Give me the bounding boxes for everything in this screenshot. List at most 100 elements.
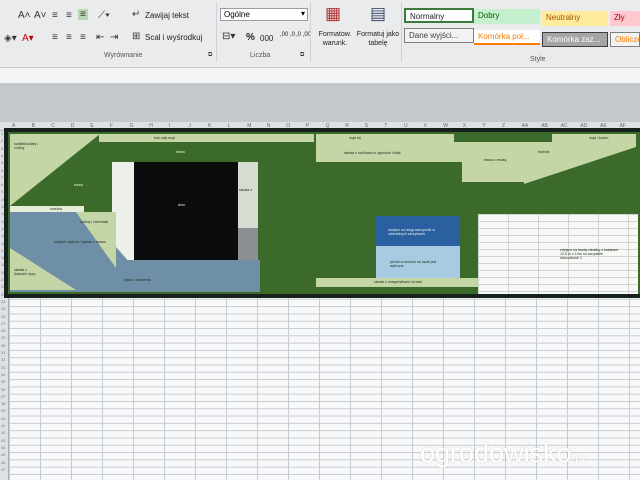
- row-header[interactable]: 1: [1, 131, 3, 136]
- format-table-icon: ▤: [370, 4, 387, 23]
- row-header[interactable]: 25: [1, 306, 5, 311]
- group-number: Liczba: [250, 52, 271, 59]
- row-header[interactable]: 37: [1, 394, 5, 399]
- terrace: [238, 228, 258, 262]
- style-good-label: Dobry: [478, 11, 500, 20]
- row-header[interactable]: 29: [1, 335, 5, 340]
- font-color-icon[interactable]: A▾: [22, 33, 34, 44]
- row-header[interactable]: 28: [1, 328, 5, 333]
- fill-color-icon[interactable]: ◈▾: [4, 33, 17, 44]
- row-header[interactable]: 34: [1, 372, 5, 377]
- row-header[interactable]: 8: [1, 182, 3, 187]
- row-header[interactable]: 38: [1, 401, 5, 406]
- style-normal[interactable]: Normalny: [404, 8, 474, 23]
- middle-bed-label: rabata z roślinami w ogrodzie i kilak: [344, 151, 401, 155]
- style-normal-label: Normalny: [410, 12, 445, 21]
- conditional-format-button[interactable]: Formatow. warunk.: [314, 30, 356, 48]
- bottom-bed-label: rabata z margerytkami i krzaki: [374, 280, 422, 284]
- right-strip-label: rabata z: [239, 188, 252, 192]
- align-top-icon[interactable]: ≡: [52, 10, 58, 21]
- empty-area: [0, 84, 640, 122]
- percent-button[interactable]: %: [246, 32, 255, 43]
- merge-center-button[interactable]: Scal i wyśrodkuj: [145, 33, 202, 42]
- row-header[interactable]: 30: [1, 343, 5, 348]
- row-header[interactable]: 26: [1, 314, 5, 319]
- row-header[interactable]: 33: [1, 365, 5, 370]
- veg-box-top-label: miejsce na długi warzywnik w oddzielnych…: [388, 228, 435, 237]
- right-strip-bed: [238, 162, 258, 228]
- font-grow-icon[interactable]: A˄: [18, 10, 31, 21]
- wrap-text-icon: ↵: [132, 9, 141, 20]
- indent-decrease-icon[interactable]: ⇤: [96, 32, 104, 43]
- row-header[interactable]: 27: [1, 321, 5, 326]
- watermark-suffix: .pl: [571, 450, 586, 465]
- thousands-button[interactable]: 000: [260, 34, 273, 43]
- row-header[interactable]: 46: [1, 460, 5, 465]
- flower-bed-label: trawa z resztą: [484, 158, 507, 162]
- garden-plan: buk cały mąd mąd bij mąd i kopec szafirk…: [4, 128, 640, 298]
- path-label: ścieżka: [50, 207, 62, 211]
- align-left-icon[interactable]: ≡: [52, 32, 58, 43]
- number-format-select[interactable]: Ogólne: [220, 8, 308, 21]
- style-output[interactable]: Dane wyjści...: [404, 28, 474, 43]
- style-bad[interactable]: Zły: [610, 11, 640, 26]
- font-shrink-icon[interactable]: A˅: [34, 10, 47, 21]
- ribbon: A˄ A˅ ◈▾ A▾ ≡ ≡ ≡ ⟋▾ ≡ ≡ ≡ ⇤ ⇥ ↵ Zawijaj…: [0, 0, 640, 68]
- number-launcher-icon[interactable]: ⧉: [300, 52, 304, 59]
- align-center-icon[interactable]: ≡: [66, 32, 72, 43]
- left-corner-label: szafirki/kwiaty i rośliny: [14, 142, 38, 151]
- currency-icon[interactable]: ⊟▾: [222, 31, 235, 42]
- driveway-label: zjazd z kamienia: [124, 278, 151, 282]
- row-header[interactable]: 35: [1, 379, 5, 384]
- veg-bed-left-label: rośliny i ziemniaki: [80, 220, 109, 224]
- row-header[interactable]: 9: [1, 189, 3, 194]
- row-header[interactable]: 5: [1, 160, 3, 165]
- row-header[interactable]: 4: [1, 153, 3, 158]
- row-header[interactable]: 42: [1, 430, 5, 435]
- row-header[interactable]: 45: [1, 452, 5, 457]
- orientation-icon[interactable]: ⟋▾: [98, 10, 110, 21]
- style-good[interactable]: Dobry: [474, 9, 540, 24]
- align-bottom-icon[interactable]: ≡: [78, 9, 88, 20]
- row-header[interactable]: 40: [1, 416, 5, 421]
- row-header[interactable]: 32: [1, 357, 5, 362]
- wrap-text-button[interactable]: Zawijaj tekst: [145, 11, 189, 20]
- style-calculation[interactable]: Obliczen: [610, 32, 640, 47]
- row-header[interactable]: 39: [1, 408, 5, 413]
- lawn-label-top: trawa: [176, 150, 185, 154]
- right-triangle-label: trawnik: [538, 150, 550, 154]
- row-header[interactable]: 31: [1, 350, 5, 355]
- style-linked-cell[interactable]: Komórka poł...: [474, 30, 540, 45]
- style-neutral[interactable]: Neutralny: [542, 11, 608, 26]
- note-label: miejsce na ławkę rabatkę z kwiatami 12,5…: [560, 248, 619, 261]
- conditional-format-icon: ▦: [325, 4, 342, 23]
- group-alignment: Wyrównanie: [104, 52, 143, 59]
- terrace-label: miejsce wyjścia / zjazdu z tarasu: [54, 240, 106, 244]
- decimal-increase-button[interactable]: ,00 ,0: [280, 32, 295, 38]
- row-header[interactable]: 7: [1, 175, 3, 180]
- align-right-icon[interactable]: ≡: [80, 32, 86, 43]
- style-check-cell-label: Komórka zaz...: [547, 35, 601, 44]
- indent-increase-icon[interactable]: ⇥: [110, 32, 118, 43]
- row-header[interactable]: 47: [1, 467, 5, 472]
- row-header[interactable]: 41: [1, 423, 5, 428]
- row-header[interactable]: 6: [1, 168, 3, 173]
- row-header[interactable]: 36: [1, 387, 5, 392]
- style-linked-cell-label: Komórka poł...: [478, 32, 530, 41]
- row-header[interactable]: 24: [1, 299, 5, 304]
- house: [134, 162, 238, 260]
- top-hedge: [99, 134, 314, 142]
- decimal-decrease-button[interactable]: ,0 ,00: [296, 32, 311, 38]
- style-bad-label: Zły: [614, 13, 625, 22]
- row-header[interactable]: 44: [1, 445, 5, 450]
- site-watermark: ogrodowisko.pl: [420, 438, 585, 469]
- format-table-button[interactable]: Formatuj jako tabelę: [356, 30, 400, 48]
- style-check-cell[interactable]: Komórka zaz...: [542, 32, 608, 47]
- row-header[interactable]: 2: [1, 138, 3, 143]
- far-right-label: mąd i kopec: [589, 136, 609, 140]
- top-right-hedge: [316, 134, 454, 142]
- row-header[interactable]: 3: [1, 146, 3, 151]
- align-middle-icon[interactable]: ≡: [66, 10, 72, 21]
- row-header[interactable]: 43: [1, 438, 5, 443]
- alignment-launcher-icon[interactable]: ⧉: [208, 52, 212, 59]
